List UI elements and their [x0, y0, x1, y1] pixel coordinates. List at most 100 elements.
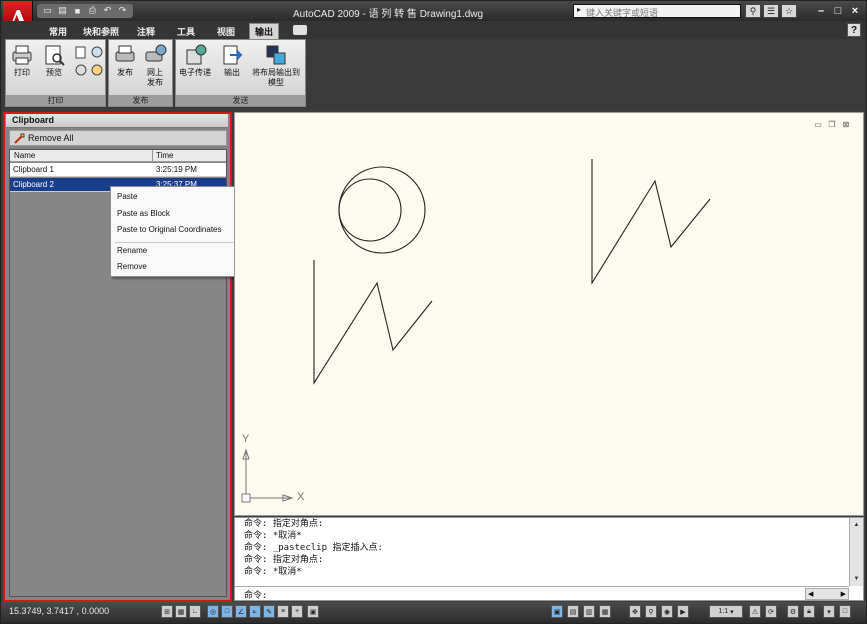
export-icon [220, 44, 244, 66]
ribbon-group-plot: 打印 预览 打印 [5, 39, 106, 107]
menu-item-rename[interactable]: Rename [111, 244, 251, 258]
polar-tracking-button[interactable]: ◎ [207, 605, 219, 618]
lineweight-button[interactable]: ≡ [277, 605, 289, 618]
context-menu: Paste Paste as Block Paste to Original C… [110, 186, 252, 277]
search-button[interactable]: ⚲ [745, 4, 761, 18]
menu-item-remove[interactable]: Remove [111, 260, 251, 274]
ribbon-group-send: 电子传递 输出 将布局输出到 模型 发送 [175, 39, 306, 107]
model-space-button[interactable]: ▣ [307, 605, 319, 618]
export-button[interactable]: 输出 [220, 44, 244, 78]
scroll-down-icon[interactable]: ▼ [852, 574, 861, 583]
search-input[interactable]: ▸ 键入关键字或短语 [573, 4, 741, 18]
publish-button[interactable]: 发布 [113, 44, 137, 78]
publish-icon [113, 44, 137, 66]
object-snap-tracking-button[interactable]: ∠ [235, 605, 247, 618]
page-setup-icon[interactable] [74, 46, 88, 59]
menu-item-paste[interactable]: Paste [111, 190, 251, 204]
printer-icon [10, 44, 34, 66]
quick-properties-button[interactable]: + [291, 605, 303, 618]
command-divider [235, 586, 849, 587]
export-layout-to-model-button[interactable]: 将布局输出到 模型 [252, 44, 300, 88]
quick-access-toolbar: ▭ ▤ ■ ⎙ ↶ ↷ [37, 4, 133, 18]
dynamic-input-button[interactable]: ✎ [263, 605, 275, 618]
circle-large[interactable] [338, 166, 426, 254]
zoom-icon[interactable]: ⚲ [645, 605, 657, 618]
title-bar: ▭ ▤ ■ ⎙ ↶ ↷ AutoCAD 2009 - 语 列 转 售 Drawi… [1, 1, 866, 21]
maximize-button[interactable]: □ [830, 3, 846, 19]
tab-tools[interactable]: 工具 [169, 23, 203, 39]
favorites-button[interactable]: ☆ [781, 4, 797, 18]
quick-view-icon[interactable]: ▦ [599, 605, 611, 618]
command-history-line: 命令: *取消* [244, 531, 302, 541]
scroll-left-icon[interactable]: ◀ [808, 590, 813, 598]
ortho-mode-button[interactable]: ∟ [189, 605, 201, 618]
pan-icon[interactable]: ✥ [629, 605, 641, 618]
etransmit-icon [183, 44, 207, 66]
open-file-icon[interactable]: ▤ [56, 4, 69, 17]
layout2-tab-icon[interactable]: ▥ [583, 605, 595, 618]
object-snap-button[interactable]: □ [221, 605, 233, 618]
tab-view[interactable]: 视图 [209, 23, 243, 39]
menu-item-paste-original-coordinates[interactable]: Paste to Original Coordinates [111, 223, 251, 237]
command-input[interactable]: 命令: [244, 588, 267, 601]
tab-blocks-references[interactable]: 块和参照 [79, 23, 123, 39]
clean-screen-icon[interactable]: □ [839, 605, 851, 618]
zigzag-polyline-left[interactable] [313, 260, 433, 385]
command-history-line: 命令: 指定对角点: [244, 519, 324, 529]
scroll-up-icon[interactable]: ▲ [852, 520, 861, 529]
command-vertical-scrollbar[interactable]: ▲ ▼ [849, 518, 863, 586]
dynamic-ucs-button[interactable]: ⟀ [249, 605, 261, 618]
plot-style-manager-icon[interactable] [90, 64, 104, 77]
status-menu-icon[interactable]: ▾ [823, 605, 835, 618]
command-horizontal-scrollbar[interactable]: ◀ ▶ [805, 588, 849, 600]
etransmit-button[interactable]: 电子传递 [179, 44, 211, 78]
drawing-geometry [241, 159, 711, 503]
help-button[interactable]: ? [847, 23, 861, 37]
export-layout-label: 将布局输出到 模型 [252, 68, 300, 87]
layout1-tab-icon[interactable]: ▤ [567, 605, 579, 618]
close-button[interactable]: × [847, 3, 863, 19]
search-placeholder: 键入关键字或短语 [586, 8, 659, 18]
toolbar-lock-icon[interactable]: 🔒︎ [803, 605, 815, 618]
print-icon[interactable]: ⎙ [86, 4, 99, 17]
plotter-manager-icon[interactable] [74, 64, 88, 77]
menu-separator [115, 242, 247, 243]
preview-button[interactable]: 预览 [42, 44, 66, 78]
showmotion-icon[interactable]: ▶ [677, 605, 689, 618]
circle-small[interactable] [338, 178, 402, 242]
tab-output[interactable]: 输出 [249, 23, 279, 39]
grid-display-button[interactable]: ▦ [175, 605, 187, 618]
scroll-right-icon[interactable]: ▶ [841, 590, 846, 598]
preview-icon [42, 44, 66, 66]
command-history-line: 命令: 指定对角点: [244, 555, 324, 565]
publish-to-web-button[interactable]: 网上 发布 [143, 44, 167, 88]
steering-wheel-icon[interactable]: ◉ [661, 605, 673, 618]
undo-icon[interactable]: ↶ [101, 4, 114, 17]
ribbon-toggle-icon[interactable] [293, 25, 307, 35]
save-icon[interactable]: ■ [71, 4, 84, 17]
model-tab-icon[interactable]: ▣ [551, 605, 563, 618]
drawing-canvas[interactable]: ▭ ❐ ⊠ Y X [234, 112, 864, 516]
new-file-icon[interactable]: ▭ [41, 4, 54, 17]
ribbon-tab-bar: 常用 块和参照 注释 工具 视图 输出 [1, 21, 866, 39]
snap-mode-button[interactable]: ⊞ [161, 605, 173, 618]
ucs-icon [241, 448, 294, 503]
annotation-visibility-icon[interactable]: ⚠ [749, 605, 761, 618]
export-label: 输出 [224, 68, 240, 77]
zigzag-polyline-right[interactable] [591, 159, 711, 285]
annotation-scale-dropdown[interactable]: 1:1 ▾ [709, 605, 743, 618]
auto-scale-icon[interactable]: ⟳ [765, 605, 777, 618]
tab-annotate[interactable]: 注释 [129, 23, 163, 39]
coordinate-readout[interactable]: 15.3749, 3.7417 , 0.0000 [9, 606, 109, 616]
export-layout-icon [264, 44, 288, 66]
subscription-center-button[interactable]: ☰ [763, 4, 779, 18]
plot-details-icon[interactable] [90, 46, 104, 59]
workspace-switching-icon[interactable]: ⚙ [787, 605, 799, 618]
redo-icon[interactable]: ↷ [116, 4, 129, 17]
plot-button[interactable]: 打印 [10, 44, 34, 78]
tab-home[interactable]: 常用 [39, 23, 77, 39]
search-dropdown-icon[interactable]: ▸ [577, 5, 581, 14]
minimize-button[interactable]: – [813, 3, 829, 19]
ribbon-group-publish: 发布 网上 发布 发布 [108, 39, 173, 107]
menu-item-paste-as-block[interactable]: Paste as Block [111, 207, 251, 221]
